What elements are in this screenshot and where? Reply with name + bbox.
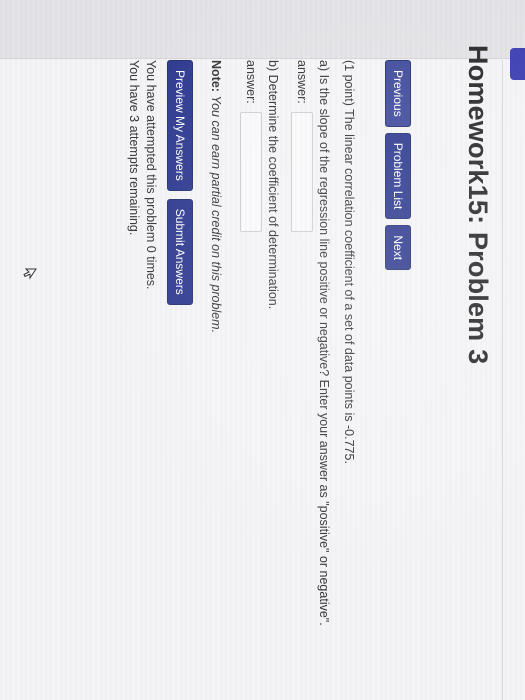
answer-input-a[interactable]: [291, 111, 313, 232]
page-title: Homework15: Problem 3: [463, 45, 493, 365]
problem-body: (1 point) The linear correlation coeffic…: [125, 60, 357, 680]
problem-nav-buttons: Previous Problem List Next: [385, 60, 411, 271]
answer-row-b: answer:: [238, 60, 264, 680]
top-nav-tab[interactable]: [510, 48, 525, 80]
note-text: You can earn partial credit on this prob…: [209, 95, 223, 334]
header-divider: [502, 60, 503, 700]
question-a: a) Is the slope of the regression line p…: [317, 60, 331, 626]
submit-answers-button[interactable]: Submit Answers: [167, 198, 193, 305]
rotated-screen: Homework15: Problem 3 Previous Problem L…: [0, 0, 525, 700]
attempts-remaining-text: You have 3 attempts remaining.: [127, 60, 141, 236]
answer-input-b[interactable]: [240, 111, 262, 232]
preview-answers-button[interactable]: Preview My Answers: [167, 60, 193, 191]
problem-intro: (1 point) The linear correlation coeffic…: [342, 60, 356, 464]
answer-row-a: answer:: [289, 60, 315, 680]
answer-action-buttons: Preview My Answers Submit Answers: [167, 60, 193, 680]
mouse-pointer-icon: [23, 268, 37, 280]
attempts-made-text: You have attempted this problem 0 times.: [144, 60, 158, 290]
photo-stage: Homework15: Problem 3 Previous Problem L…: [0, 0, 525, 700]
left-edge-panel: [0, 0, 525, 59]
answer-label-a: answer:: [295, 60, 310, 104]
previous-button[interactable]: Previous: [385, 60, 411, 127]
next-button[interactable]: Next: [385, 225, 411, 271]
note-label: Note:: [209, 60, 223, 92]
problem-list-button[interactable]: Problem List: [385, 132, 411, 220]
answer-label-b: answer:: [244, 60, 259, 104]
question-b: b) Determine the coefficient of determin…: [266, 60, 280, 310]
partial-credit-note: Note: You can earn partial credit on thi…: [207, 60, 224, 680]
